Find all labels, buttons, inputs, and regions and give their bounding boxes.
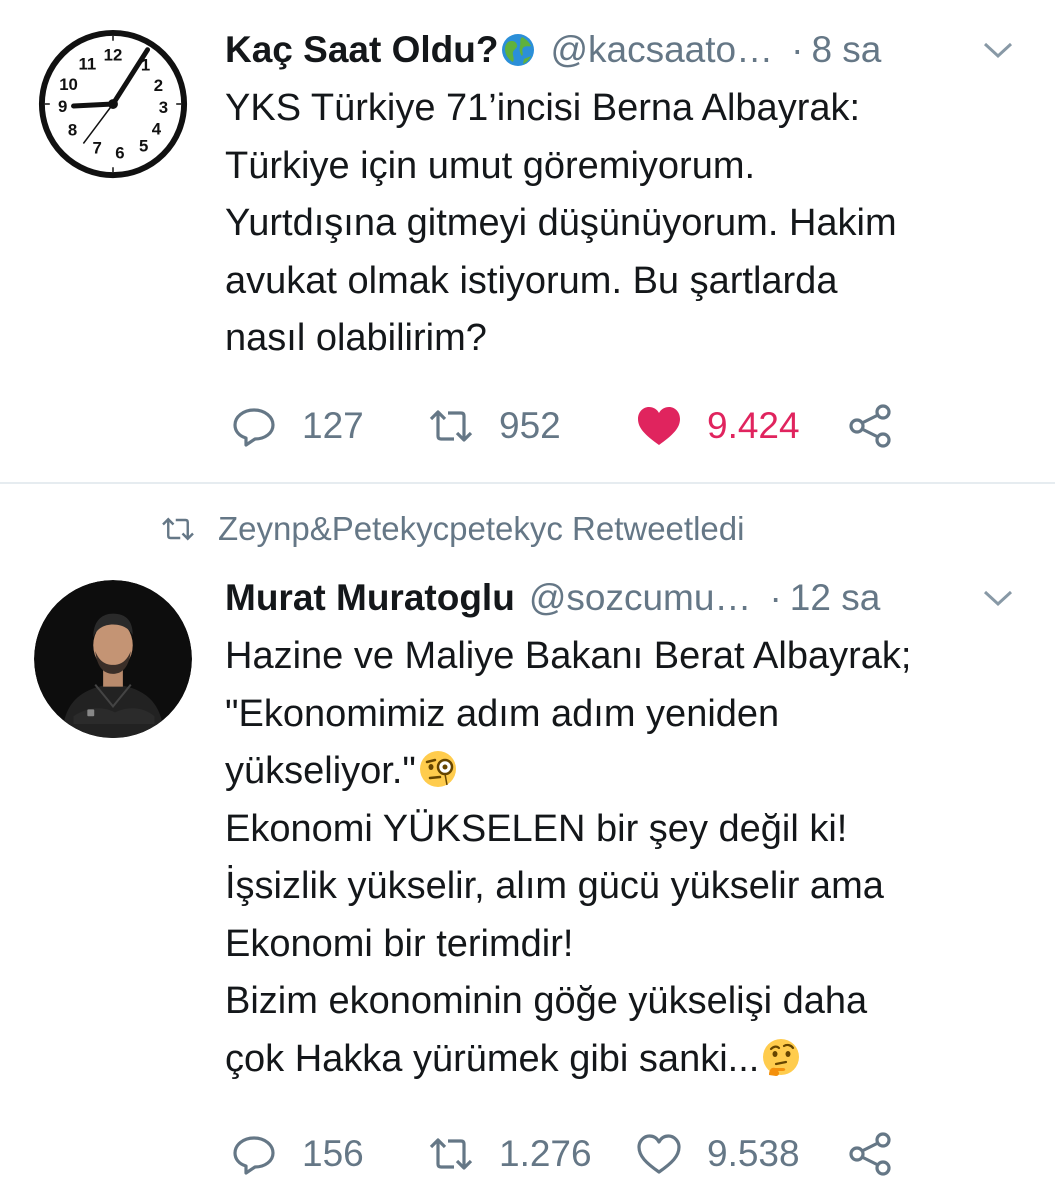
separator-dot: · [791, 29, 804, 70]
tweet-actions: 127 952 9.424 [225, 396, 925, 456]
author-name[interactable]: Kaç Saat Oldu? [225, 29, 498, 71]
retweet-icon [429, 410, 473, 442]
heart-filled-icon [638, 407, 680, 445]
retweet-context[interactable]: Zeynp&Petekycpetekyc Retweetledi [160, 504, 744, 554]
like-count: 9.424 [707, 405, 800, 446]
svg-text:6: 6 [115, 143, 124, 162]
retweeted-by-label: Zeynp&Petekycpetekyc Retweetledi [218, 510, 745, 547]
author-handle[interactable]: @kacsaato… [550, 29, 773, 71]
author-handle[interactable]: @sozcumu… [529, 577, 752, 619]
face-with-monocle-emoji-icon [418, 749, 458, 789]
tweet[interactable]: 12 1 2 3 4 5 6 7 8 9 10 11 Kaç Saat Oldu… [0, 0, 1055, 482]
share-icon [849, 404, 891, 448]
reply-button[interactable]: 156 [230, 1124, 364, 1184]
globe-emoji-icon [500, 32, 536, 68]
svg-text:8: 8 [68, 121, 77, 140]
tweet-time[interactable]: 12 sa [790, 577, 881, 619]
author-name[interactable]: Murat Muratoglu [225, 577, 515, 619]
thinking-face-emoji-icon [761, 1037, 801, 1077]
tweet-text-line-with-emoji: yükseliyor." [225, 743, 1025, 801]
like-button[interactable]: 9.424 [635, 396, 800, 456]
tweet-text-line: Bizim ekonominin göğe yükselişi daha [225, 980, 868, 1022]
svg-text:4: 4 [152, 120, 162, 139]
tweet-text-line: Yurtdışına gitmeyi düşünüyorum. Hakim [225, 202, 897, 244]
reply-icon [233, 408, 275, 447]
retweet-icon [429, 1138, 473, 1170]
share-icon [849, 1132, 891, 1176]
tweet-text-segment: yükseliyor." [225, 750, 416, 792]
like-count: 9.538 [707, 1133, 800, 1174]
tweet-text-line: Ekonomi YÜKSELEN bir şey değil ki! [225, 807, 848, 850]
svg-text:2: 2 [154, 76, 163, 95]
tweet-text: Hazine ve Maliye Bakanı Berat Albayrak; … [225, 628, 1025, 1088]
reply-count: 127 [302, 405, 364, 446]
chevron-down-icon[interactable] [981, 583, 1015, 613]
retweet-count: 1.276 [499, 1133, 592, 1174]
share-button[interactable] [847, 1124, 895, 1184]
svg-text:12: 12 [104, 46, 123, 65]
like-button[interactable]: 9.538 [635, 1124, 800, 1184]
tweet-actions: 156 1.276 9.538 [225, 1124, 925, 1184]
separator-dot: · [769, 577, 782, 618]
tweet-text-line: Ekonomi bir terimdir! [225, 922, 574, 965]
tweet[interactable]: Zeynp&Petekycpetekyc Retweetledi Murat M… [0, 484, 1055, 1200]
reply-icon [233, 1136, 275, 1175]
tweet-text-line-with-emoji: çok Hakka yürümek gibi sanki... [225, 1031, 1025, 1089]
retweet-count: 952 [499, 405, 561, 446]
clock-avatar[interactable]: 12 1 2 3 4 5 6 7 8 9 10 11 [34, 25, 192, 183]
tweet-text-line: "Ekonomimiz adım adım yeniden [225, 692, 780, 735]
reply-count: 156 [302, 1133, 364, 1174]
tweet-text-line: nasıl olabilirim? [225, 317, 487, 359]
tweet-text-line: YKS Türkiye 71’incisi Berna Albayrak: [225, 87, 861, 129]
svg-text:3: 3 [159, 98, 168, 117]
clock-icon: 12 1 2 3 4 5 6 7 8 9 10 11 [35, 26, 191, 182]
tweet-text-line: Hazine ve Maliye Bakanı Berat Albayrak; [225, 635, 912, 677]
person-photo-icon [34, 580, 192, 738]
retweet-button[interactable]: 1.276 [427, 1124, 592, 1184]
tweet-time[interactable]: 8 sa [811, 29, 881, 71]
retweet-button[interactable]: 952 [427, 396, 561, 456]
tweet-text-segment: çok Hakka yürümek gibi sanki... [225, 1037, 760, 1080]
svg-text:9: 9 [58, 97, 67, 116]
svg-text:11: 11 [78, 54, 96, 73]
svg-text:10: 10 [59, 75, 78, 94]
tweet-text: YKS Türkiye 71’incisi Berna Albayrak: Tü… [225, 80, 1025, 368]
svg-text:7: 7 [93, 138, 102, 157]
tweet-text-line: İşsizlik yükselir, alım gücü yükselir am… [225, 865, 884, 907]
heart-outline-icon [637, 1134, 681, 1174]
retweet-icon [162, 517, 194, 541]
share-button[interactable] [847, 396, 895, 456]
man-photo-avatar[interactable] [34, 580, 192, 738]
tweet-text-line: Türkiye için umut göremiyorum. [225, 144, 756, 187]
tweet-text-line: avukat olmak istiyorum. Bu şartlarda [225, 259, 838, 302]
tweet-header: Kaç Saat Oldu? @kacsaato… · 8 sa [225, 25, 1015, 75]
tweet-header: Murat Muratoglu @sozcumu… · 12 sa [225, 573, 1015, 623]
reply-button[interactable]: 127 [230, 396, 364, 456]
chevron-down-icon[interactable] [981, 35, 1015, 65]
svg-text:5: 5 [139, 136, 148, 155]
